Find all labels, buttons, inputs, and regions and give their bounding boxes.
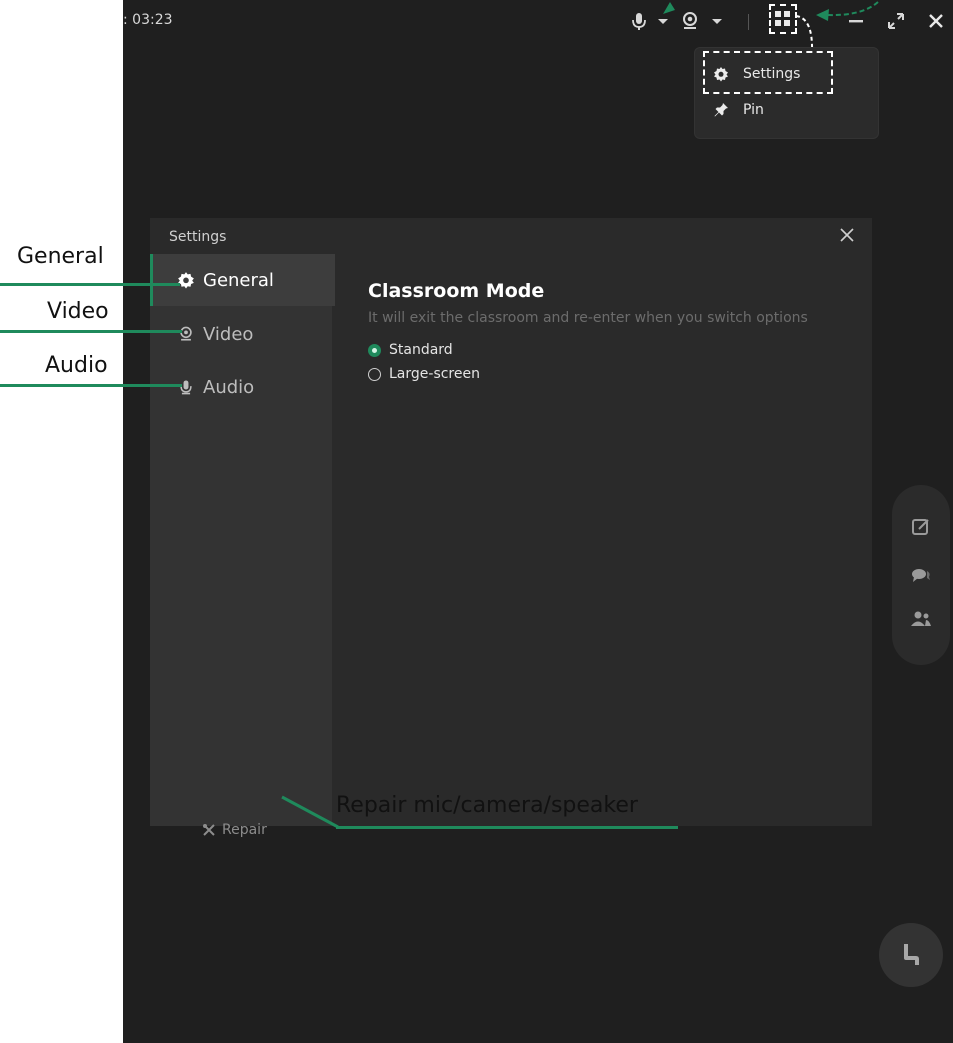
callout-video-label: Video [47, 299, 109, 324]
classroom-mode-description: It will exit the classroom and re-enter … [368, 310, 808, 326]
camera-icon [177, 325, 195, 343]
grid-menu-highlight [769, 4, 797, 34]
settings-menu-highlight [703, 51, 833, 94]
fullscreen-icon[interactable] [885, 10, 907, 32]
nav-item-video[interactable]: Video [150, 308, 332, 360]
pointer-arrow-icon [663, 2, 675, 14]
callout-general-label: General [17, 244, 104, 269]
classroom-mode-title: Classroom Mode [368, 280, 545, 302]
callout-audio-line [0, 384, 182, 387]
dialog-title: Settings [169, 229, 227, 245]
radio-option-standard[interactable]: Standard [368, 342, 848, 358]
callout-repair-line [336, 826, 678, 829]
users-icon[interactable] [909, 607, 933, 631]
radio-selected-icon[interactable] [368, 343, 381, 357]
settings-dialog: Settings General Video Audio Repair Clas… [150, 218, 872, 838]
callout-repair-connector [281, 795, 339, 829]
general-settings-content: Classroom Mode It will exit the classroo… [368, 280, 848, 382]
radio-unselected-icon[interactable] [368, 367, 381, 381]
toolbar-separator [748, 14, 749, 30]
settings-sidebar: General Video Audio Repair [150, 254, 335, 838]
radio-label: Large-screen [389, 366, 480, 382]
side-tool-panel [892, 485, 950, 665]
raise-hand-icon [904, 944, 919, 965]
callout-general-line [0, 283, 180, 286]
mic-icon [177, 378, 195, 396]
class-timer: : 03:23 [123, 12, 173, 28]
chat-icon[interactable] [909, 563, 933, 587]
menu-item-pin[interactable]: Pin [713, 102, 764, 118]
repair-button[interactable]: Repair [202, 822, 267, 838]
nav-item-label: Video [203, 323, 254, 345]
menu-item-label: Pin [743, 102, 764, 118]
callout-video-line [0, 330, 182, 333]
nav-item-audio[interactable]: Audio [150, 361, 332, 413]
gear-icon [177, 271, 195, 289]
repair-label: Repair [222, 822, 267, 838]
wrench-icon [203, 824, 215, 836]
raise-hand-button[interactable] [879, 923, 943, 987]
edit-icon[interactable] [909, 515, 933, 539]
radio-option-large-screen[interactable]: Large-screen [368, 366, 848, 382]
minimize-icon[interactable] [845, 10, 867, 32]
caret-down-icon[interactable] [706, 10, 728, 32]
callout-audio-label: Audio [45, 353, 108, 378]
callout-repair-label: Repair mic/camera/speaker [336, 793, 638, 818]
pin-icon [714, 103, 728, 117]
nav-item-label: General [203, 269, 274, 291]
camera-icon[interactable] [679, 10, 701, 32]
close-icon[interactable] [925, 10, 947, 32]
nav-item-label: Audio [203, 376, 255, 398]
mic-icon[interactable] [628, 10, 650, 32]
nav-item-general[interactable]: General [150, 254, 335, 306]
radio-label: Standard [389, 342, 453, 358]
dialog-close-icon[interactable] [838, 226, 856, 244]
